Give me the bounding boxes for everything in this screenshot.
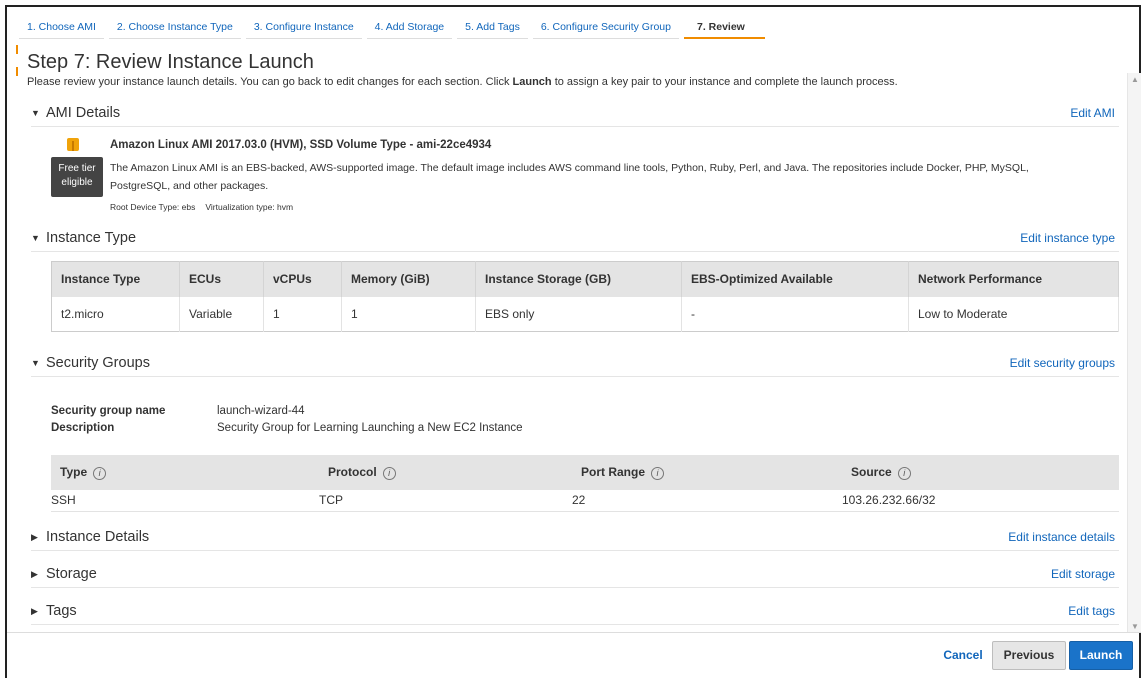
page-title: Step 7: Review Instance Launch: [27, 51, 314, 73]
security-group-name: Security group name launch-wizard-44: [51, 405, 305, 417]
section-tags[interactable]: ▶ Tags Edit tags: [31, 603, 1119, 625]
info-icon[interactable]: i: [93, 467, 107, 480]
page-intro: Please review your instance launch detai…: [27, 76, 898, 88]
edit-ami-link[interactable]: Edit AMI: [1070, 106, 1115, 120]
caret-down-icon: ▼: [31, 233, 40, 243]
column-header: Type i: [51, 455, 319, 490]
section-security-groups[interactable]: ▼ Security Groups Edit security groups: [31, 355, 1119, 377]
info-icon[interactable]: i: [651, 467, 665, 480]
security-group-description: Description Security Group for Learning L…: [51, 422, 523, 434]
table-cell: 1: [341, 296, 476, 332]
section-title: Instance Details: [46, 529, 150, 545]
ami-description: The Amazon Linux AMI is an EBS-backed, A…: [110, 162, 1029, 192]
cube-icon: [67, 138, 79, 151]
tab-configure-instance[interactable]: 3. Configure Instance: [245, 15, 362, 39]
section-storage[interactable]: ▶ Storage Edit storage: [31, 566, 1119, 588]
info-icon[interactable]: i: [382, 467, 396, 480]
wizard-frame: 1. Choose AMI 2. Choose Instance Type 3.…: [5, 5, 1141, 678]
table-row: t2.micro Variable 1 1 EBS only - Low to …: [51, 296, 1119, 332]
free-tier-badge: Free tier eligible: [51, 157, 103, 197]
table-cell: EBS only: [475, 296, 682, 332]
tab-choose-ami[interactable]: 1. Choose AMI: [19, 15, 104, 39]
column-header: Source i: [842, 455, 1119, 490]
table-cell: 22: [572, 490, 842, 512]
table-row: SSH TCP 22 103.26.232.66/32: [51, 490, 1119, 512]
scroll-down-icon[interactable]: ▼: [1131, 622, 1139, 631]
section-title: Instance Type: [46, 230, 137, 246]
edit-instance-details-link[interactable]: Edit instance details: [1008, 530, 1115, 544]
table-header-row: Type i Protocol i Port Range i Source i: [51, 455, 1119, 490]
ami-meta: Root Device Type: ebs Virtualization type…: [110, 202, 294, 212]
tab-configure-security-group[interactable]: 6. Configure Security Group: [532, 15, 679, 39]
left-edge-marker: [16, 67, 18, 76]
caret-right-icon: ▶: [31, 569, 38, 579]
table-cell: -: [681, 296, 909, 332]
table-cell: Variable: [179, 296, 264, 332]
column-header: vCPUs: [263, 261, 342, 297]
instance-type-table: Instance Type ECUs vCPUs Memory (GiB) In…: [51, 261, 1119, 332]
section-ami-details[interactable]: ▼ AMI Details Edit AMI: [31, 105, 1119, 127]
caret-right-icon: ▶: [31, 606, 38, 616]
wizard-footer: Cancel Previous Launch: [7, 632, 1141, 678]
cancel-button[interactable]: Cancel: [935, 641, 991, 670]
edit-instance-type-link[interactable]: Edit instance type: [1020, 231, 1115, 245]
previous-button[interactable]: Previous: [992, 641, 1066, 670]
column-header: ECUs: [179, 261, 264, 297]
section-title: Security Groups: [46, 355, 150, 371]
table-cell: 1: [263, 296, 342, 332]
caret-down-icon: ▼: [31, 358, 40, 368]
table-cell: Low to Moderate: [908, 296, 1119, 332]
column-header: Protocol i: [319, 455, 572, 490]
section-title: Storage: [46, 566, 97, 582]
section-title: AMI Details: [46, 105, 121, 121]
scroll-up-icon[interactable]: ▲: [1131, 75, 1139, 84]
section-instance-details[interactable]: ▶ Instance Details Edit instance details: [31, 529, 1119, 551]
ami-name: Amazon Linux AMI 2017.03.0 (HVM), SSD Vo…: [110, 139, 492, 151]
table-header-row: Instance Type ECUs vCPUs Memory (GiB) In…: [51, 261, 1119, 297]
section-instance-type[interactable]: ▼ Instance Type Edit instance type: [31, 230, 1119, 252]
edit-tags-link[interactable]: Edit tags: [1068, 604, 1115, 618]
edit-security-groups-link[interactable]: Edit security groups: [1010, 356, 1115, 370]
tab-review[interactable]: 7. Review: [683, 15, 765, 39]
caret-down-icon: ▼: [31, 108, 40, 118]
table-cell: t2.micro: [51, 296, 180, 332]
launch-button[interactable]: Launch: [1069, 641, 1133, 670]
vertical-scrollbar[interactable]: ▲ ▼: [1127, 73, 1141, 633]
security-rules-table: Type i Protocol i Port Range i Source i SSH …: [51, 455, 1119, 512]
table-cell: TCP: [319, 490, 572, 512]
table-cell: 103.26.232.66/32: [842, 490, 1119, 512]
column-header: Instance Type: [51, 261, 180, 297]
column-header: Instance Storage (GB): [475, 261, 682, 297]
tab-choose-instance-type[interactable]: 2. Choose Instance Type: [108, 15, 241, 39]
section-title: Tags: [46, 603, 77, 619]
column-header: Network Performance: [908, 261, 1119, 297]
edit-storage-link[interactable]: Edit storage: [1051, 567, 1115, 581]
tab-add-tags[interactable]: 5. Add Tags: [457, 15, 528, 39]
column-header: Port Range i: [572, 455, 842, 490]
left-edge-marker: [16, 45, 18, 54]
column-header: EBS-Optimized Available: [681, 261, 909, 297]
column-header: Memory (GiB): [341, 261, 476, 297]
tab-add-storage[interactable]: 4. Add Storage: [366, 15, 453, 39]
info-icon[interactable]: i: [897, 467, 911, 480]
caret-right-icon: ▶: [31, 532, 38, 542]
wizard-tabs: 1. Choose AMI 2. Choose Instance Type 3.…: [19, 15, 770, 41]
table-cell: SSH: [51, 490, 319, 512]
